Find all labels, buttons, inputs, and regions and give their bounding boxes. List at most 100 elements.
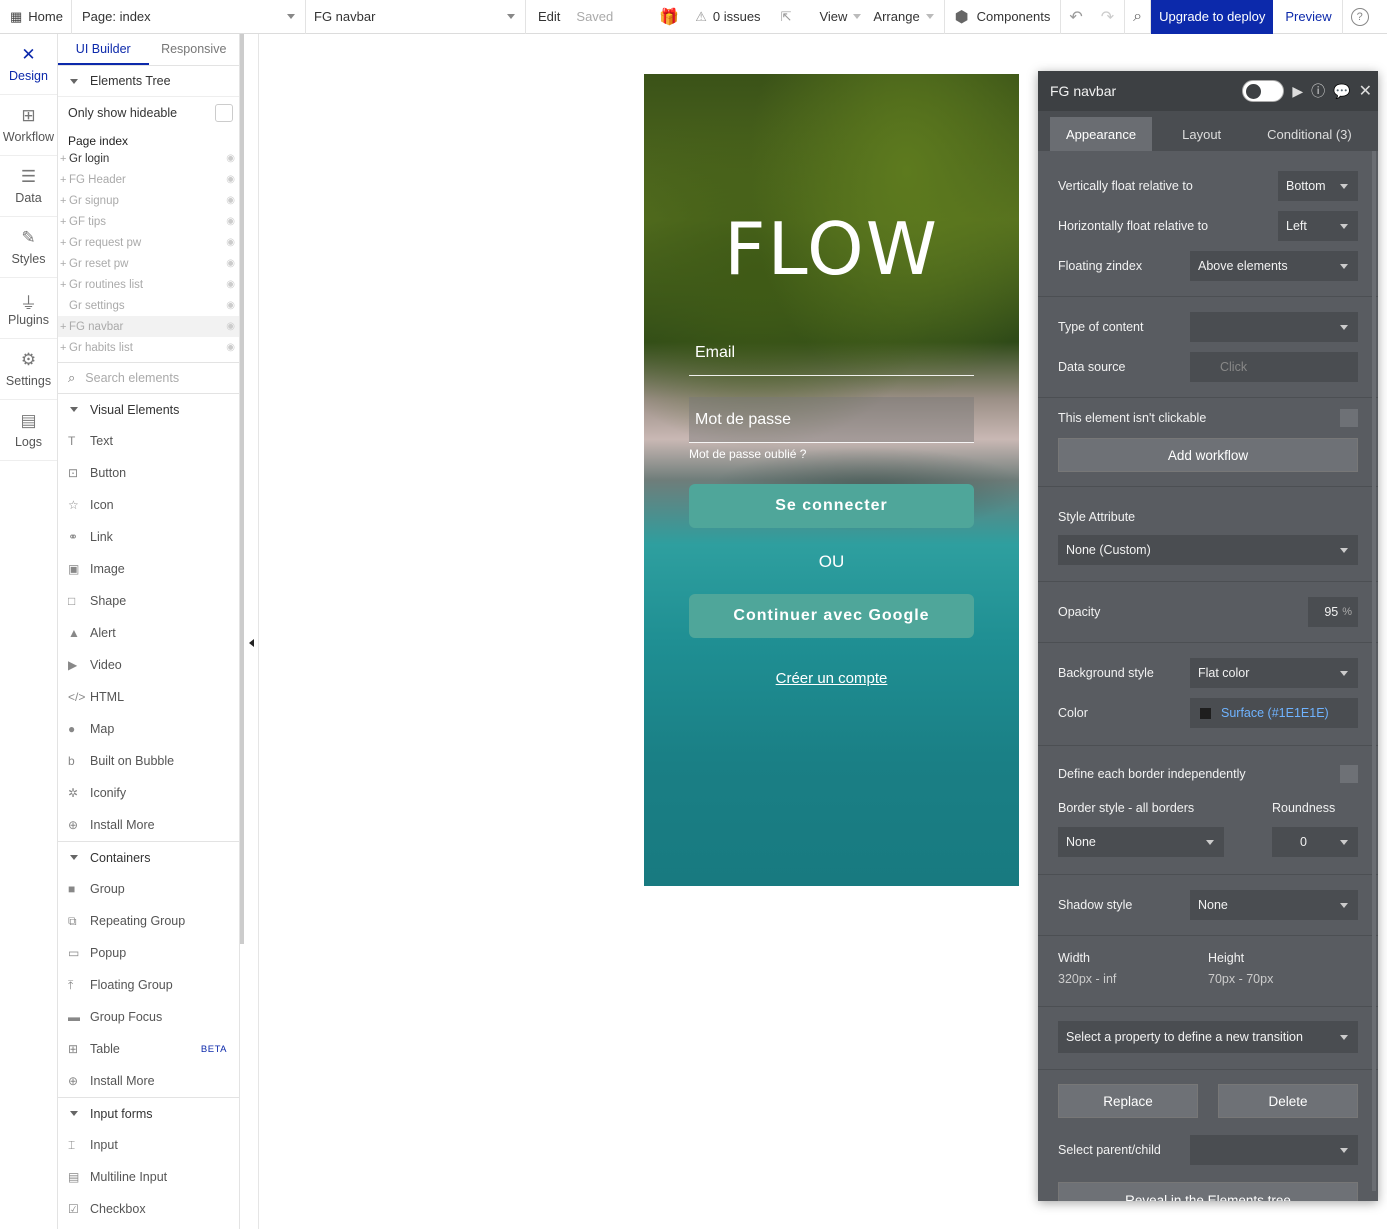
expand-icon[interactable]: + [60, 153, 69, 165]
opacity-input[interactable]: 95 % [1308, 597, 1358, 627]
not-clickable-checkbox[interactable] [1340, 409, 1358, 427]
parent-child-select[interactable] [1190, 1135, 1358, 1165]
eye-icon[interactable]: ◉ [226, 216, 235, 227]
edit-menu[interactable]: Edit [526, 0, 568, 34]
info-icon[interactable]: ⓘ [1311, 81, 1325, 101]
eye-icon[interactable]: ◉ [226, 321, 235, 332]
element-group-focus[interactable]: ▬ Group Focus [58, 1001, 239, 1033]
expand-icon[interactable]: + [60, 342, 69, 354]
forgot-password-link[interactable]: Mot de passe oublié ? [689, 447, 806, 461]
replace-button[interactable]: Replace [1058, 1084, 1198, 1118]
element-button[interactable]: ⊡ Button [58, 457, 239, 489]
element-map[interactable]: ● Map [58, 713, 239, 745]
play-icon[interactable]: ▶ [1292, 83, 1303, 100]
tab-appearance[interactable]: Appearance [1050, 117, 1153, 151]
eye-icon[interactable]: ◉ [226, 342, 235, 353]
pointer-icon[interactable]: ⇱ [769, 0, 800, 34]
nav-data[interactable]: ☰ Data [0, 156, 57, 217]
create-account-link[interactable]: Créer un compte [644, 670, 1019, 687]
home-button[interactable]: ▦ Home [0, 0, 72, 34]
visual-elements-header[interactable]: Visual Elements [58, 394, 239, 425]
transition-select[interactable]: Select a property to define a new transi… [1058, 1021, 1358, 1053]
zindex-select[interactable]: Above elements [1190, 251, 1358, 281]
components-button[interactable]: ⬢ Components [945, 0, 1062, 34]
tree-item[interactable]: + Gr login ◉ [58, 148, 239, 169]
tree-item[interactable]: Gr settings ◉ [58, 295, 239, 316]
eye-icon[interactable]: ◉ [226, 195, 235, 206]
gift-icon[interactable]: 🎁 [621, 0, 687, 34]
element-video[interactable]: ▶ Video [58, 649, 239, 681]
element-html[interactable]: </> HTML [58, 681, 239, 713]
collapse-panel-icon[interactable] [249, 639, 254, 647]
tab-responsive[interactable]: Responsive [149, 34, 240, 65]
search-icon[interactable]: ⌕ [1125, 0, 1152, 34]
vfloat-select[interactable]: Bottom [1278, 171, 1358, 201]
containers-header[interactable]: Containers [58, 841, 239, 873]
tree-item[interactable]: + Gr routines list ◉ [58, 274, 239, 295]
expand-icon[interactable]: + [60, 258, 69, 270]
element-install-more[interactable]: ⊕ Install More [58, 1065, 239, 1097]
color-picker[interactable]: Surface (#1E1E1E) [1190, 698, 1358, 728]
email-input[interactable]: Email [689, 336, 974, 376]
nav-workflow[interactable]: ⊞ Workflow [0, 95, 57, 156]
nav-plugins[interactable]: ⏚ Plugins [0, 278, 57, 339]
type-content-select[interactable] [1190, 312, 1358, 342]
element-icon[interactable]: ☆ Icon [58, 489, 239, 521]
redo-icon[interactable]: ↷ [1091, 0, 1126, 34]
elements-tree-header[interactable]: Elements Tree [58, 66, 239, 97]
page-preview[interactable]: FLOW Email Mot de passe Mot de passe oub… [644, 74, 1019, 886]
element-table[interactable]: ⊞ Table BETA [58, 1033, 239, 1065]
border-style-select[interactable]: None [1058, 827, 1224, 857]
tree-item-selected[interactable]: + FG navbar ◉ [58, 316, 239, 337]
element-repeating-group[interactable]: ⧉ Repeating Group [58, 905, 239, 937]
element-floating-group[interactable]: ⤒ Floating Group [58, 969, 239, 1001]
element-install-more[interactable]: ⊕ Install More [58, 809, 239, 841]
eye-icon[interactable]: ◉ [226, 153, 235, 164]
expand-icon[interactable]: + [60, 174, 69, 186]
page-selector[interactable]: Page: index [72, 0, 306, 34]
expand-icon[interactable]: + [60, 321, 69, 333]
element-image[interactable]: ▣ Image [58, 553, 239, 585]
tab-layout[interactable]: Layout [1152, 117, 1251, 151]
element-input[interactable]: ⌶ Input [58, 1129, 239, 1161]
element-alert[interactable]: ▲ Alert [58, 617, 239, 649]
help-icon[interactable]: ? [1343, 0, 1377, 34]
only-hideable-checkbox[interactable] [215, 103, 233, 122]
issues-button[interactable]: ⚠ 0 issues [687, 0, 768, 34]
password-input[interactable]: Mot de passe [689, 397, 974, 443]
expand-icon[interactable]: + [60, 195, 69, 207]
tab-ui-builder[interactable]: UI Builder [58, 34, 149, 65]
property-scrollbar[interactable] [1372, 151, 1376, 1191]
delete-button[interactable]: Delete [1218, 1084, 1358, 1118]
element-multiline-input[interactable]: ▤ Multiline Input [58, 1161, 239, 1193]
expand-icon[interactable]: + [60, 279, 69, 291]
tree-item[interactable]: + FG Header ◉ [58, 169, 239, 190]
eye-icon[interactable]: ◉ [226, 174, 235, 185]
eye-icon[interactable]: ◉ [226, 237, 235, 248]
tab-conditional[interactable]: Conditional (3) [1251, 117, 1368, 151]
reveal-in-tree-button[interactable]: Reveal in the Elements tree [1058, 1182, 1358, 1201]
eye-icon[interactable]: ◉ [226, 258, 235, 269]
tree-item[interactable]: + Gr request pw ◉ [58, 232, 239, 253]
shadow-select[interactable]: None [1190, 890, 1358, 920]
eye-icon[interactable]: ◉ [226, 279, 235, 290]
element-built-on-bubble[interactable]: b Built on Bubble [58, 745, 239, 777]
input-forms-header[interactable]: Input forms [58, 1097, 239, 1129]
nav-logs[interactable]: ▤ Logs [0, 400, 57, 461]
google-login-button[interactable]: Continuer avec Google [689, 594, 974, 638]
tree-item[interactable]: + GF tips ◉ [58, 211, 239, 232]
roundness-input[interactable]: 0 [1272, 827, 1358, 857]
add-workflow-button[interactable]: Add workflow [1058, 438, 1358, 472]
tree-item[interactable]: + Gr habits list ◉ [58, 337, 239, 358]
data-source-input[interactable]: Click [1190, 352, 1358, 382]
login-button[interactable]: Se connecter [689, 484, 974, 528]
expand-icon[interactable]: + [60, 237, 69, 249]
element-text[interactable]: T Text [58, 425, 239, 457]
tree-item[interactable]: + Gr signup ◉ [58, 190, 239, 211]
nav-design[interactable]: ✕ Design [0, 34, 57, 95]
eye-icon[interactable]: ◉ [226, 300, 235, 311]
undo-icon[interactable]: ↶ [1061, 0, 1090, 34]
element-popup[interactable]: ▭ Popup [58, 937, 239, 969]
comment-icon[interactable]: 💬 [1333, 83, 1350, 100]
element-link[interactable]: ⚭ Link [58, 521, 239, 553]
